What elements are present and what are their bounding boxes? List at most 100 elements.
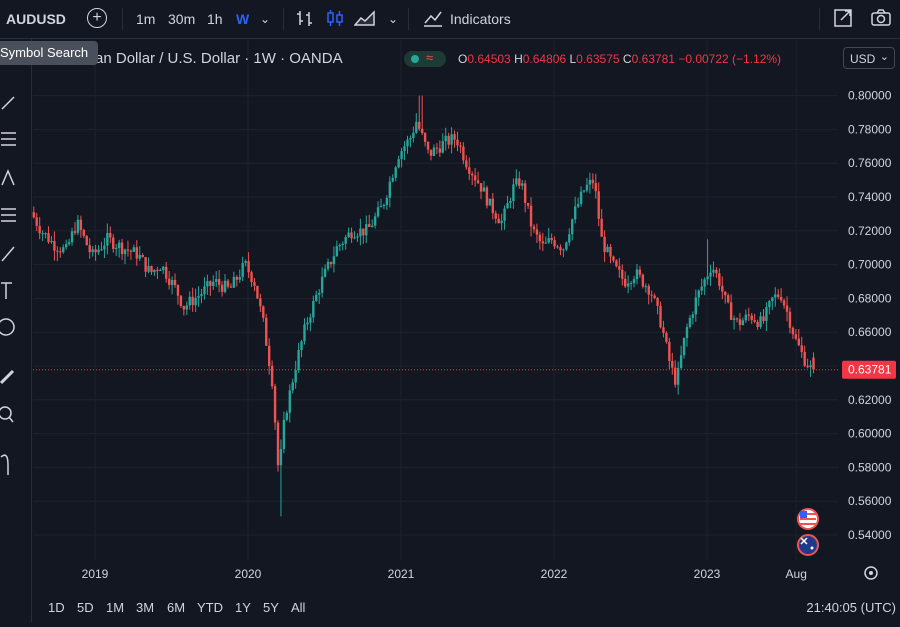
candle (482, 180, 486, 192)
emoji-icon[interactable] (0, 318, 15, 336)
trendline-icon[interactable] (1, 96, 15, 110)
candle (150, 265, 153, 275)
candle (771, 296, 774, 311)
candle (565, 241, 568, 252)
candle (120, 238, 124, 260)
candle (194, 288, 197, 313)
candle (473, 168, 477, 187)
market-status-badge[interactable]: ≈ (404, 50, 446, 67)
range-1y[interactable]: 1Y (235, 600, 251, 615)
ohlc-values: O0.64503 H0.64806 L0.63575 C0.63781 −0.0… (458, 50, 781, 68)
candle (273, 383, 277, 430)
settings-gear-icon[interactable] (864, 566, 878, 580)
time-axis[interactable]: 2019 2020 2021 2022 2023 Aug (82, 567, 807, 581)
x-tick-label: 2021 (388, 567, 415, 581)
currency-label: USD (850, 52, 876, 66)
candle (223, 274, 227, 294)
range-6m[interactable]: 6M (167, 600, 185, 615)
candle (526, 202, 530, 209)
range-all[interactable]: All (291, 600, 305, 615)
candle (394, 165, 397, 182)
candle (447, 132, 450, 149)
pattern-icon[interactable] (1, 169, 15, 186)
candle (235, 275, 239, 287)
candle (106, 223, 109, 255)
candle (409, 135, 412, 148)
range-5d[interactable]: 5D (77, 600, 94, 615)
candle (541, 232, 545, 251)
candle (721, 276, 724, 300)
candle (159, 268, 162, 272)
candle (768, 299, 771, 315)
candle (420, 95, 424, 136)
projection-icon[interactable] (1, 208, 16, 222)
australia-flag-icon[interactable] (797, 534, 819, 556)
interval-1h[interactable]: 1h (207, 0, 223, 38)
candle (232, 271, 236, 288)
zoom-icon[interactable] (0, 406, 14, 423)
fib-icon[interactable] (1, 132, 16, 146)
candle (315, 290, 318, 302)
low-value: 0.63575 (576, 52, 620, 66)
candle (203, 277, 206, 300)
range-ytd[interactable]: YTD (197, 600, 223, 615)
fullscreen-icon[interactable] (834, 9, 852, 27)
candle (618, 258, 621, 278)
chevron-down-icon[interactable]: ⌄ (260, 0, 270, 38)
utc-clock[interactable]: 21:40:05 (UTC) (806, 600, 896, 615)
candle (370, 219, 374, 228)
candle (350, 227, 353, 243)
candle (270, 360, 274, 390)
candle (73, 221, 77, 236)
candle (724, 291, 727, 304)
bar-chart-icon[interactable] (296, 9, 314, 27)
interval-w[interactable]: W (236, 0, 249, 38)
chevron-down-icon[interactable]: ⌄ (388, 0, 398, 38)
candle (718, 268, 721, 291)
interval-30m[interactable]: 30m (168, 0, 195, 38)
candles-icon[interactable] (326, 9, 344, 27)
symbol-button[interactable]: AUDUSD (6, 0, 66, 38)
us-flag-icon[interactable] (797, 508, 819, 530)
interval-1m[interactable]: 1m (136, 0, 155, 38)
range-1d[interactable]: 1D (48, 600, 65, 615)
candle (594, 173, 597, 199)
candle (112, 234, 115, 253)
candle (591, 173, 595, 189)
candle (220, 281, 224, 297)
ruler-icon[interactable] (0, 369, 15, 385)
currency-select[interactable]: USD ⌄ (843, 47, 895, 69)
candle (109, 226, 112, 244)
range-1m[interactable]: 1M (106, 600, 124, 615)
candle (335, 240, 339, 257)
candle (320, 267, 324, 298)
price-chart[interactable]: 0.80000 0.78000 0.76000 0.74000 0.72000 0.700… (0, 0, 900, 622)
candle (671, 352, 674, 375)
candle (500, 213, 503, 231)
candle (88, 238, 91, 259)
candle (91, 246, 94, 257)
candle (138, 246, 141, 261)
candle (638, 266, 642, 278)
brush-icon[interactable] (1, 246, 15, 262)
candle (650, 290, 653, 303)
candle (797, 329, 800, 347)
camera-icon[interactable] (871, 9, 891, 27)
area-chart-icon[interactable] (353, 9, 376, 27)
range-3m[interactable]: 3M (136, 600, 154, 615)
candle (679, 345, 683, 370)
candle (253, 278, 256, 292)
candle (38, 216, 41, 240)
plus-circle-icon[interactable]: + (87, 8, 107, 28)
magnet-icon[interactable] (0, 454, 9, 475)
candle (753, 313, 756, 324)
candle (103, 237, 106, 259)
candle (97, 245, 100, 255)
candle (226, 279, 230, 289)
indicators-icon[interactable] (423, 9, 443, 27)
price-axis[interactable]: 0.80000 0.78000 0.76000 0.74000 0.72000 0.700… (848, 89, 892, 542)
candle (497, 213, 500, 224)
range-5y[interactable]: 5Y (263, 600, 279, 615)
indicators-button[interactable]: Indicators (450, 0, 511, 38)
text-icon[interactable] (1, 282, 12, 299)
